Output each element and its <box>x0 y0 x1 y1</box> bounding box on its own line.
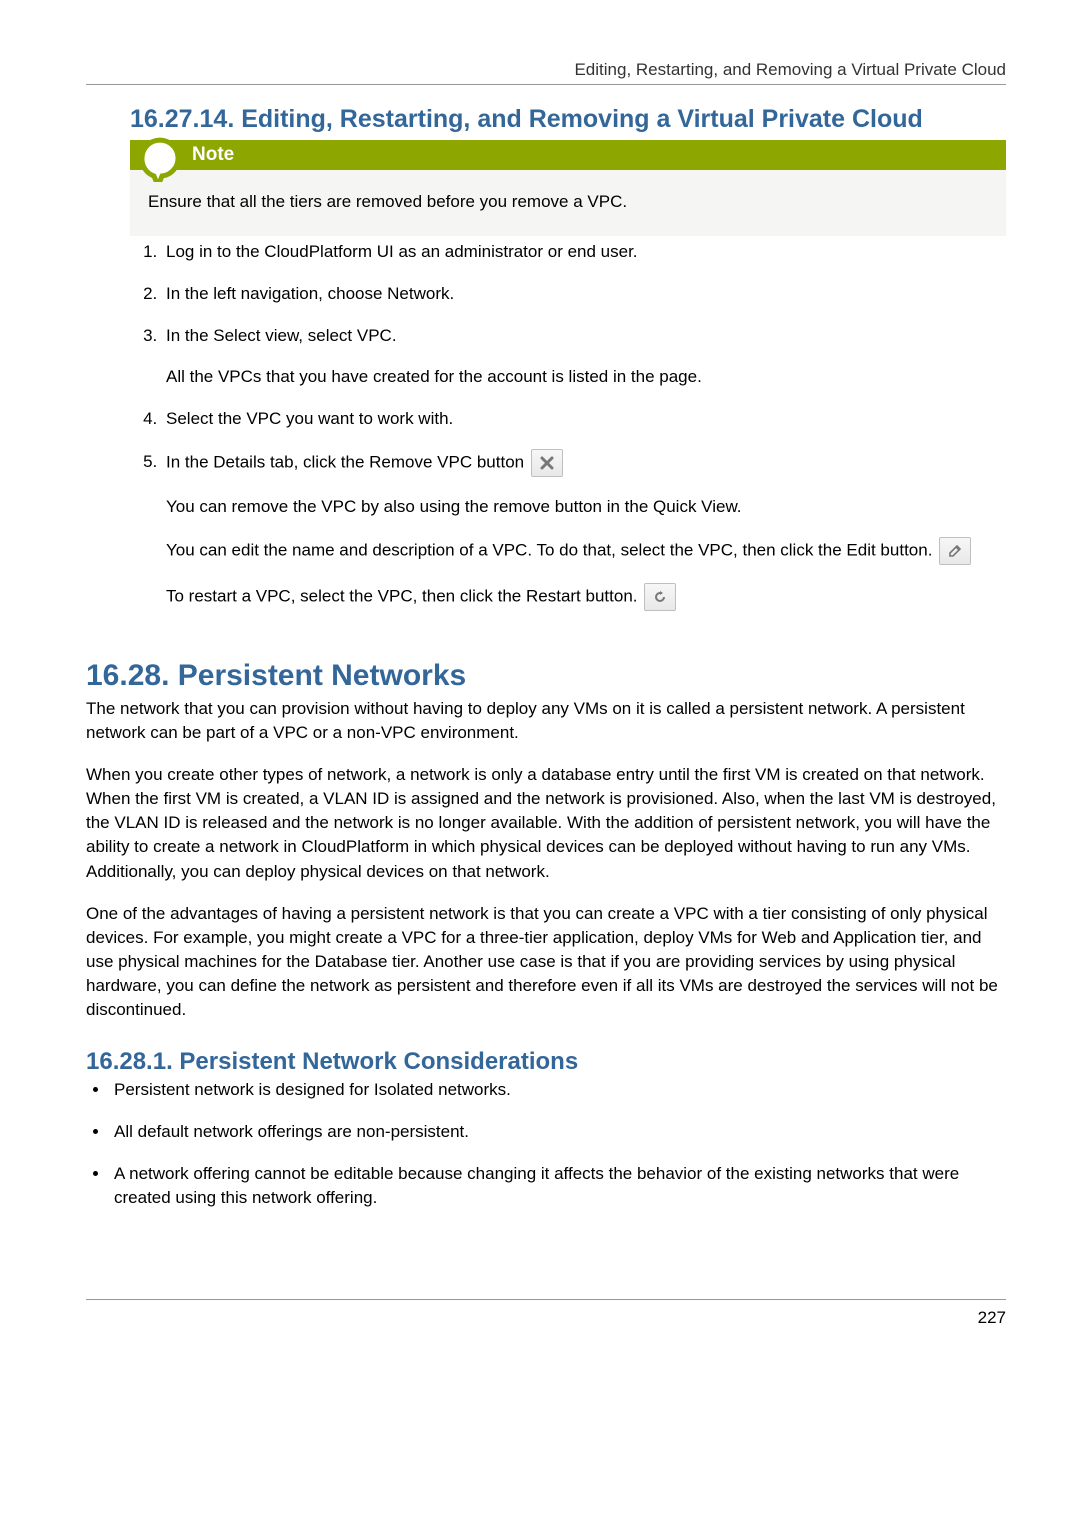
step-text: In the Select view, select VPC. <box>166 324 1006 348</box>
note-icon <box>136 134 184 182</box>
note-body: Ensure that all the tiers are removed be… <box>130 170 1006 236</box>
step-5c: You can edit the name and description of… <box>166 537 1006 565</box>
step-5b: You can remove the VPC by also using the… <box>166 495 1006 519</box>
note-box: Note Ensure that all the tiers are remov… <box>130 140 1006 236</box>
step-text: You can edit the name and description of… <box>166 540 932 559</box>
steps-list: Log in to the CloudPlatform UI as an adm… <box>130 240 1006 629</box>
step-3: In the Select view, select VPC. All the … <box>162 324 1006 408</box>
note-header: Note <box>130 140 1006 170</box>
step-text: Log in to the CloudPlatform UI as an adm… <box>166 242 638 261</box>
step-5d: To restart a VPC, select the VPC, then c… <box>166 583 1006 611</box>
remove-vpc-button[interactable] <box>531 449 563 477</box>
breadcrumb: Editing, Restarting, and Removing a Virt… <box>86 60 1006 80</box>
step-text: To restart a VPC, select the VPC, then c… <box>166 586 638 605</box>
list-item: A network offering cannot be editable be… <box>110 1162 1006 1228</box>
step-subtext: All the VPCs that you have created for t… <box>166 365 1006 389</box>
restart-vpc-button[interactable] <box>644 583 676 611</box>
paragraph: The network that you can provision witho… <box>86 697 1006 745</box>
step-2: In the left navigation, choose Network. <box>162 282 1006 324</box>
edit-icon <box>948 544 962 558</box>
section-heading-16-28-1: 16.28.1. Persistent Network Consideratio… <box>86 1048 1006 1076</box>
paragraph: When you create other types of network, … <box>86 763 1006 884</box>
page-container: Editing, Restarting, and Removing a Virt… <box>0 0 1080 1527</box>
considerations-list: Persistent network is designed for Isola… <box>86 1078 1006 1227</box>
footer-divider <box>86 1299 1006 1300</box>
step-text: In the left navigation, choose Network. <box>166 284 454 303</box>
close-icon <box>540 456 554 470</box>
step-5: In the Details tab, click the Remove VPC… <box>162 449 1006 629</box>
step-text: In the Details tab, click the Remove VPC… <box>166 452 524 471</box>
header-divider <box>86 84 1006 85</box>
section-heading-16-28: 16.28. Persistent Networks <box>86 659 1006 693</box>
edit-vpc-button[interactable] <box>939 537 971 565</box>
section-heading-16-27-14: 16.27.14. Editing, Restarting, and Remov… <box>130 105 1006 134</box>
step-4: Select the VPC you want to work with. <box>162 407 1006 449</box>
step-5a: In the Details tab, click the Remove VPC… <box>166 449 1006 477</box>
restart-icon <box>653 590 667 604</box>
list-item: Persistent network is designed for Isola… <box>110 1078 1006 1120</box>
step-1: Log in to the CloudPlatform UI as an adm… <box>162 240 1006 282</box>
note-label: Note <box>192 144 234 166</box>
paragraph: One of the advantages of having a persis… <box>86 902 1006 1023</box>
list-item: All default network offerings are non-pe… <box>110 1120 1006 1162</box>
page-number: 227 <box>86 1308 1006 1328</box>
step-text: Select the VPC you want to work with. <box>166 409 453 428</box>
